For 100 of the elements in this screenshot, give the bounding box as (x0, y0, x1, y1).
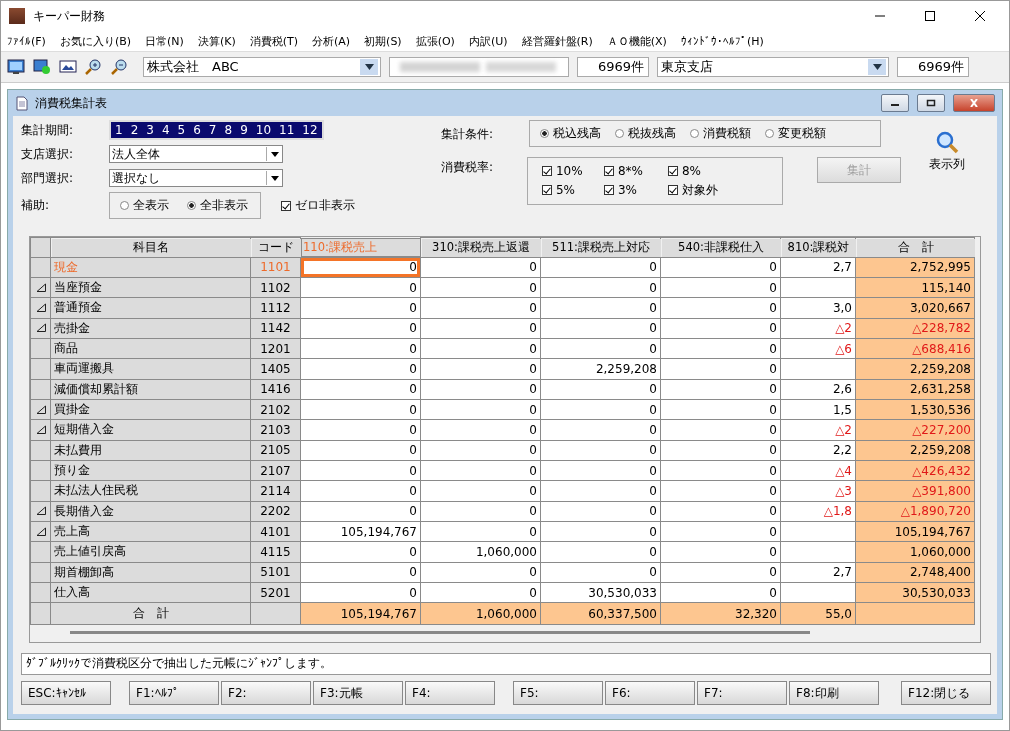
column-header[interactable]: コード (250, 237, 301, 257)
checkbox[interactable] (541, 165, 552, 176)
amount-cell: 0 (300, 257, 421, 278)
menu-item[interactable]: 初期(S) (364, 33, 402, 49)
radio-button[interactable] (690, 129, 699, 138)
radio-button[interactable] (187, 201, 196, 210)
function-key-button[interactable]: F5: (513, 681, 603, 705)
menu-item[interactable]: 消費税(T) (249, 33, 298, 49)
menu-item[interactable]: ＡＯ機能(X) (606, 33, 667, 49)
month-item[interactable]: 8 (220, 122, 237, 138)
menu-item[interactable]: 内訳(U) (468, 33, 508, 49)
radio-label: 全表示 (133, 197, 169, 214)
branch-select[interactable]: 東京支店 (657, 57, 889, 77)
function-key-button[interactable]: F6: (605, 681, 695, 705)
menu-item[interactable]: 決算(K) (197, 33, 236, 49)
menu-item[interactable]: ｳｨﾝﾄﾞｳ･ﾍﾙﾌﾟ(H) (680, 34, 764, 48)
checkbox[interactable] (603, 185, 614, 195)
screen-icon[interactable] (59, 59, 77, 75)
field-label: 消費税率: (441, 159, 495, 176)
expand-triangle-icon[interactable] (35, 526, 46, 536)
radio-button[interactable] (120, 201, 129, 210)
menu-item[interactable]: ﾌｧｲﾙ(F) (7, 34, 46, 48)
horizontal-scrollbar[interactable] (70, 631, 810, 634)
menu-item[interactable]: お気に入り(B) (59, 33, 132, 49)
app-icon (9, 8, 25, 24)
radio-button[interactable] (540, 129, 549, 138)
total-label: 合 計 (50, 602, 251, 625)
department-dropdown[interactable]: 選択なし (109, 169, 283, 187)
checkbox-label: 3% (617, 183, 637, 197)
close-icon[interactable] (974, 10, 986, 22)
close-button[interactable] (953, 94, 995, 112)
month-item[interactable]: 10 (251, 122, 276, 138)
function-key-button[interactable]: F3:元帳 (313, 681, 403, 705)
company-select[interactable]: 株式会社 ABC (143, 57, 381, 77)
function-key-button[interactable]: F7: (697, 681, 787, 705)
checkbox[interactable] (603, 165, 614, 176)
function-key-button[interactable]: F12:閉じる (901, 681, 991, 705)
month-item[interactable]: 1 (111, 122, 127, 138)
radio-label: 消費税額 (703, 125, 751, 142)
checkbox[interactable] (281, 200, 291, 211)
close-icon (969, 99, 979, 107)
column-header[interactable]: 540:非課税仕入 (660, 237, 781, 257)
function-key-button[interactable]: F4: (405, 681, 495, 705)
field-label: 集計条件: (441, 126, 495, 143)
radio-label: 変更税額 (778, 125, 826, 142)
expand-triangle-icon[interactable] (35, 323, 46, 333)
function-key-button[interactable]: F2: (221, 681, 311, 705)
radio-button[interactable] (615, 129, 624, 138)
search-icon (935, 130, 959, 154)
month-item[interactable]: 3 (142, 122, 158, 138)
radio-label: 税抜残高 (628, 125, 676, 142)
minimize-button[interactable] (881, 94, 909, 112)
field-label: 支店選択: (21, 145, 75, 163)
menu-item[interactable]: 経営羅針盤(R) (521, 33, 593, 49)
function-key-button[interactable]: ESC:ｷｬﾝｾﾙ (21, 681, 111, 705)
radio-label: 税込残高 (553, 125, 601, 142)
checkbox-label: 8% (681, 163, 701, 178)
column-header[interactable]: 810:課税対 (780, 237, 856, 257)
checkbox-label: 対象外 (681, 181, 718, 199)
month-item[interactable]: 6 (189, 122, 205, 138)
dropdown-icon (270, 151, 279, 157)
dropdown-icon (270, 175, 279, 181)
column-header[interactable]: 310:課税売上返還 (420, 237, 541, 257)
expand-triangle-icon[interactable] (35, 404, 46, 414)
form-title: 消費税集計表 (35, 94, 107, 112)
menu-item[interactable]: 日常(N) (145, 33, 184, 49)
expand-triangle-icon[interactable] (35, 302, 46, 312)
month-item[interactable]: 12 (298, 122, 322, 138)
radio-label: 全非表示 (200, 197, 248, 214)
column-header[interactable]: 合 計 (855, 237, 975, 257)
zoom-in-icon[interactable] (85, 58, 103, 76)
column-header[interactable]: 511:課税売上対応 (540, 237, 661, 257)
field-label: 集計期間: (21, 121, 75, 139)
maximize-icon[interactable] (924, 10, 936, 22)
display-columns-button[interactable]: 表示列 (929, 130, 965, 174)
function-key-button[interactable]: F8:印刷 (789, 681, 879, 705)
radio-button[interactable] (765, 129, 774, 138)
monitor-icon[interactable] (7, 59, 25, 75)
record-count: 6969件 (577, 57, 649, 77)
month-item[interactable]: 9 (236, 122, 252, 138)
zoom-out-icon[interactable] (111, 58, 129, 76)
column-header[interactable]: 科目名 (50, 237, 251, 257)
menu-item[interactable]: 分析(A) (312, 33, 351, 49)
expand-triangle-icon[interactable] (35, 424, 46, 434)
restore-button[interactable] (917, 94, 945, 112)
field-label: 補助: (21, 197, 51, 214)
menu-item[interactable]: 拡張(O) (415, 33, 455, 49)
month-item[interactable]: 11 (275, 122, 299, 138)
expand-triangle-icon[interactable] (35, 506, 46, 516)
field-label: 部門選択: (21, 169, 75, 187)
branch-dropdown[interactable]: 法人全体 (109, 145, 283, 163)
function-key-button[interactable]: F1:ﾍﾙﾌﾟ (129, 681, 219, 705)
checkbox[interactable] (667, 165, 678, 176)
record-count: 6969件 (897, 57, 969, 77)
expand-triangle-icon[interactable] (35, 282, 46, 292)
checkbox[interactable] (667, 185, 678, 195)
checkbox[interactable] (541, 185, 552, 195)
document-icon (15, 95, 29, 111)
dropdown-icon (872, 64, 882, 70)
window-title: キーパー財務 (33, 7, 105, 25)
